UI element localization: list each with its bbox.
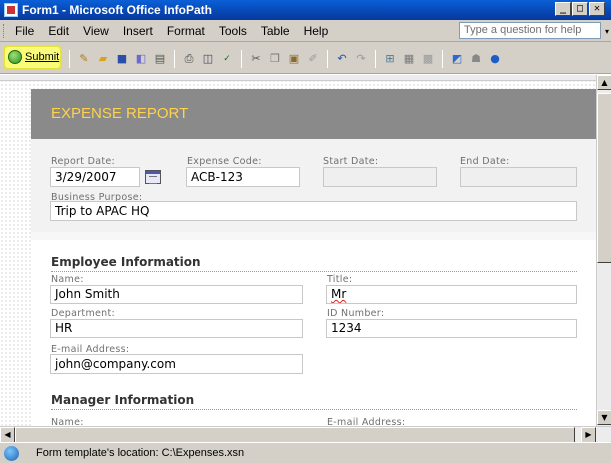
close-button[interactable]: ✕	[589, 2, 605, 16]
department-field[interactable]: HR	[50, 319, 303, 338]
status-text: Form template's location: C:\Expenses.xs…	[36, 447, 245, 459]
research-icon[interactable]: ☗	[468, 51, 484, 67]
title-label: Title:	[327, 274, 353, 285]
menu-table[interactable]: Table	[254, 24, 297, 38]
report-date-label: Report Date:	[51, 156, 116, 167]
window-title: Form1 - Microsoft Office InfoPath	[22, 3, 213, 17]
employee-section-title: Employee Information	[51, 255, 201, 269]
chart-icon[interactable]: ◩	[449, 51, 465, 67]
ask-question-input[interactable]: Type a question for help	[459, 22, 601, 39]
form-title: EXPENSE REPORT	[51, 105, 189, 122]
horizontal-scrollbar[interactable]: ◀ ▶	[0, 426, 611, 443]
cut-icon[interactable]: ✂	[248, 51, 264, 67]
title-field[interactable]: Mr	[326, 285, 577, 304]
help-icon[interactable]: ●	[487, 51, 503, 67]
spelling-icon[interactable]: ✓	[219, 51, 235, 67]
name-label: Name:	[51, 274, 84, 285]
manager-name-label: Name:	[51, 417, 84, 426]
menu-grip[interactable]	[3, 24, 5, 38]
start-date-label: Start Date:	[323, 156, 379, 167]
print-preview-icon[interactable]: ▤	[152, 51, 168, 67]
standard-toolbar: Submit ✎ ▰ ■ ◧ ▤ ⎙ ◫ ✓ ✂ ❐ ▣ ✐ ↶ ↷ ⊞ ▦ ▩…	[0, 42, 611, 74]
menu-insert[interactable]: Insert	[116, 24, 160, 38]
expense-code-label: Expense Code:	[187, 156, 262, 167]
table2-icon[interactable]: ▩	[420, 51, 436, 67]
globe-icon	[4, 446, 19, 461]
title-bar: Form1 - Microsoft Office InfoPath _ □ ✕	[0, 0, 611, 20]
submit-button[interactable]: Submit	[8, 50, 59, 64]
expense-code-field[interactable]: ACB-123	[186, 167, 300, 187]
title-value: Mr	[331, 287, 347, 301]
toolbar-separator	[69, 50, 70, 68]
toolbar-separator	[375, 50, 376, 68]
scroll-up-arrow-icon[interactable]: ▲	[597, 75, 611, 90]
vertical-scroll-thumb[interactable]	[597, 93, 611, 263]
end-date-label: End Date:	[460, 156, 510, 167]
menu-help[interactable]: Help	[297, 24, 336, 38]
employee-section-divider	[51, 271, 577, 272]
form-header: EXPENSE REPORT	[31, 89, 596, 139]
status-bar: Form template's location: C:\Expenses.xs…	[0, 442, 611, 463]
design-icon[interactable]: ✎	[76, 51, 92, 67]
scroll-down-arrow-icon[interactable]: ▼	[597, 410, 611, 425]
open-icon[interactable]: ▰	[95, 51, 111, 67]
scroll-left-arrow-icon[interactable]: ◀	[0, 427, 15, 443]
menu-tools[interactable]: Tools	[212, 24, 254, 38]
menu-view[interactable]: View	[76, 24, 116, 38]
preview-icon[interactable]: ◫	[200, 51, 216, 67]
end-date-field[interactable]	[460, 167, 577, 187]
insert-table-icon[interactable]: ⊞	[382, 51, 398, 67]
horizontal-scroll-thumb[interactable]	[15, 427, 575, 443]
paste-icon[interactable]: ▣	[286, 51, 302, 67]
redo-icon[interactable]: ↷	[353, 51, 369, 67]
table-icon[interactable]: ▦	[401, 51, 417, 67]
manager-email-label: E-mail Address:	[327, 417, 406, 426]
start-date-field[interactable]	[323, 167, 437, 187]
submit-icon	[8, 50, 22, 64]
toolbar-separator	[241, 50, 242, 68]
manager-section-divider	[51, 409, 577, 410]
print-icon[interactable]: ⎙	[181, 51, 197, 67]
department-label: Department:	[51, 308, 115, 319]
infopath-app-icon[interactable]	[4, 3, 18, 17]
save-icon[interactable]: ■	[114, 51, 130, 67]
calendar-icon[interactable]	[145, 170, 161, 184]
toolbar-separator	[174, 50, 175, 68]
copy-icon[interactable]: ❐	[267, 51, 283, 67]
undo-icon[interactable]: ↶	[334, 51, 350, 67]
id-number-field[interactable]: 1234	[326, 319, 577, 338]
manager-section-title: Manager Information	[51, 393, 195, 407]
name-field[interactable]: John Smith	[50, 285, 303, 304]
id-number-label: ID Number:	[327, 308, 385, 319]
report-date-field[interactable]: 3/29/2007	[50, 167, 140, 187]
vertical-scrollbar[interactable]: ▲ ▼	[596, 75, 611, 426]
export-icon[interactable]: ◧	[133, 51, 149, 67]
expense-report-form: EXPENSE REPORT Report Date: 3/29/2007 Ex…	[31, 89, 596, 426]
business-purpose-field[interactable]: Trip to APAC HQ	[50, 201, 577, 221]
toolbar-icons: ✎ ▰ ■ ◧ ▤ ⎙ ◫ ✓ ✂ ❐ ▣ ✐ ↶ ↷ ⊞ ▦ ▩ ◩ ☗ ●	[66, 50, 503, 68]
submit-label: Submit	[25, 51, 60, 63]
menu-file[interactable]: File	[8, 24, 41, 38]
window-controls: _ □ ✕	[555, 2, 605, 16]
menu-bar: File Edit View Insert Format Tools Table…	[0, 20, 611, 42]
scroll-right-arrow-icon[interactable]: ▶	[581, 427, 596, 443]
ask-dropdown-arrow-icon[interactable]: ▾	[605, 27, 609, 36]
maximize-button[interactable]: □	[572, 2, 588, 16]
form-canvas: EXPENSE REPORT Report Date: 3/29/2007 Ex…	[0, 75, 596, 426]
menu-format[interactable]: Format	[160, 24, 212, 38]
format-painter-icon[interactable]: ✐	[305, 51, 321, 67]
toolbar-separator	[327, 50, 328, 68]
toolbar-separator	[442, 50, 443, 68]
minimize-button[interactable]: _	[555, 2, 571, 16]
email-field[interactable]: john@company.com	[50, 354, 303, 374]
menu-edit[interactable]: Edit	[41, 24, 76, 38]
canvas-top-margin	[0, 75, 596, 81]
